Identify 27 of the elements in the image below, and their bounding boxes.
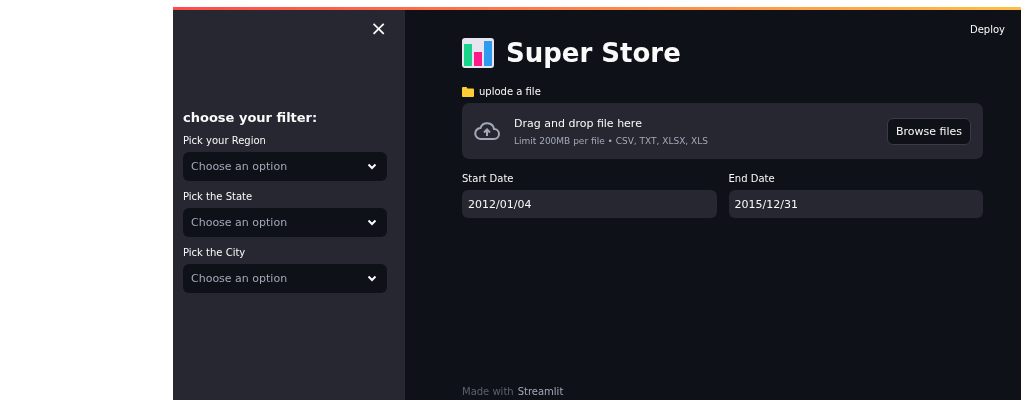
streamlit-link[interactable]: Streamlit [517,386,564,400]
chevron-down-icon [367,163,377,170]
deploy-button[interactable]: Deploy [970,24,1005,35]
sidebar-heading: choose your filter: [183,110,319,125]
close-button[interactable]: × [370,18,387,38]
select-field[interactable]: Choose an option [183,264,387,293]
dropzone-instruction: Drag and drop file here [514,116,643,130]
date-label: Start Date [462,173,515,184]
filter-label: Pick the City [183,247,247,258]
page-title: Super Store [506,38,681,68]
uploader-label: uplode a file [479,86,541,97]
browse-files-button[interactable]: Browse files [886,117,971,145]
filter-label: Pick the State [183,191,254,202]
date-input[interactable]: 2015/12/31 [728,190,983,218]
date-label: End Date [728,173,776,184]
folder-icon [462,86,474,97]
file-limit-note: Limit 200MB per file • CSV, TXT, XLSX, XLS [514,135,709,146]
footer-text: Made with [462,386,514,399]
select-field[interactable]: Choose an option [183,152,387,181]
chevron-down-icon [367,219,377,226]
chevron-down-icon [367,275,377,282]
bar-chart-icon [462,38,494,68]
select-field[interactable]: Choose an option [183,208,387,237]
file-dropzone[interactable]: Drag and drop file here Limit 200MB per file • CSV, TXT, XLSX, XLS Browse files [462,103,983,159]
date-input[interactable]: 2012/01/04 [462,190,717,218]
cloud-upload-icon [474,121,500,141]
filter-label: Pick your Region [183,135,267,146]
